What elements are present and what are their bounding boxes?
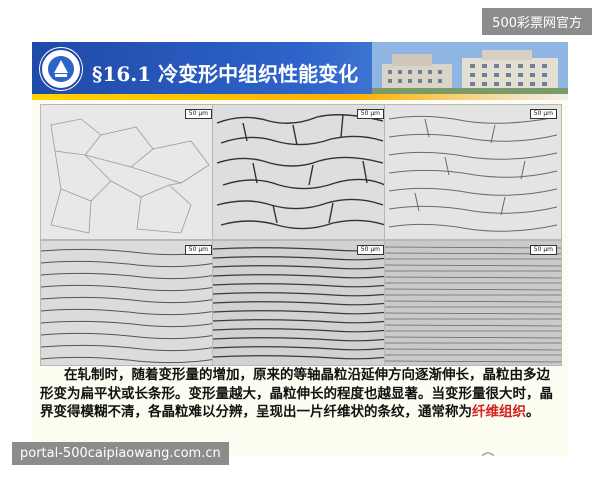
banner-stripe <box>32 94 568 100</box>
watermark-top-right: 500彩票网官方 <box>482 8 592 35</box>
description-end: 。 <box>526 404 540 420</box>
micrograph-2: 50 μm <box>212 104 389 240</box>
scale-bar: 50 μm <box>184 109 212 119</box>
micrograph-4: 50 μm <box>40 240 217 366</box>
page-title: §16.1 冷变形中组织性能变化 <box>92 62 359 86</box>
micrograph-3: 50 μm <box>384 104 562 240</box>
university-logo <box>38 46 84 92</box>
scale-bar: 50 μm <box>529 245 557 255</box>
slide: §16.1 冷变形中组织性能变化 50 μm 50 μm 50 μm 50 μm… <box>32 42 568 456</box>
watermark-bottom-left: portal-500caipiaowang.com.cn <box>12 442 229 465</box>
micrograph-5: 50 μm <box>212 240 389 366</box>
wechat-watermark-icon <box>480 452 496 456</box>
micrograph-1: 50 μm <box>40 104 217 240</box>
header-banner: §16.1 冷变形中组织性能变化 <box>32 42 568 100</box>
campus-photo <box>372 42 568 94</box>
scale-bar: 50 μm <box>184 245 212 255</box>
scale-bar: 50 μm <box>356 109 384 119</box>
scale-bar: 50 μm <box>529 109 557 119</box>
highlight-term: 纤维组织 <box>472 404 526 420</box>
micrograph-6: 50 μm <box>384 240 562 366</box>
scale-bar: 50 μm <box>356 245 384 255</box>
description-text: 在轧制时，随着变形量的增加，原来的等轴晶粒沿延伸方向逐渐伸长，晶粒由多边形变为扁… <box>40 366 560 422</box>
